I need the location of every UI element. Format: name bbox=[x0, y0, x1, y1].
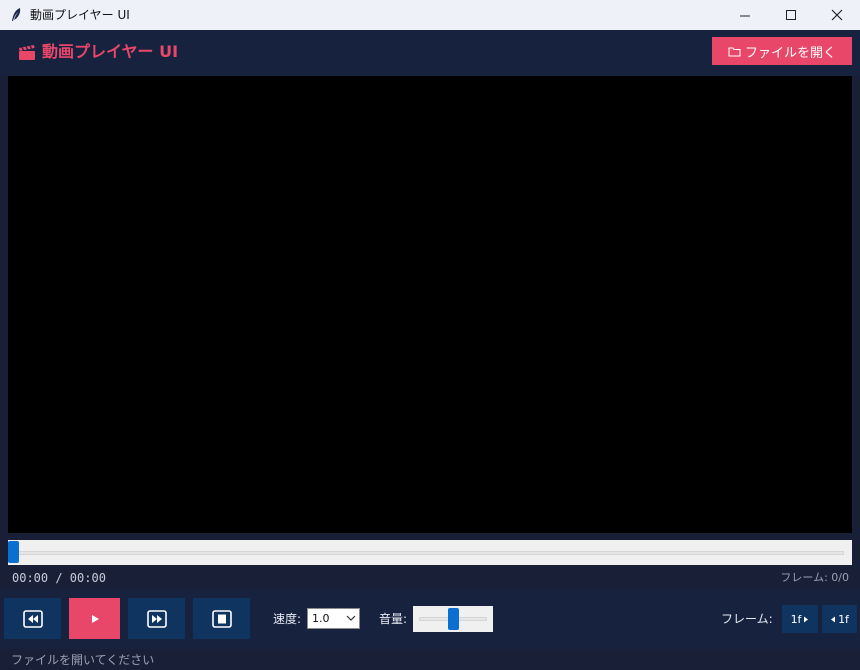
play-button[interactable] bbox=[69, 598, 120, 639]
play-icon bbox=[91, 614, 99, 623]
frame-back-button[interactable]: 1f bbox=[822, 605, 857, 633]
close-icon bbox=[831, 9, 843, 21]
frame-count: フレーム: 0/0 bbox=[780, 571, 849, 584]
rewind-icon bbox=[22, 609, 43, 628]
window-title: 動画プレイヤー UI bbox=[30, 8, 130, 22]
clapperboard-icon bbox=[19, 45, 35, 60]
triangle-right-icon bbox=[804, 616, 809, 622]
minimize-button[interactable] bbox=[722, 0, 768, 30]
minimize-icon bbox=[739, 15, 750, 16]
rewind-button[interactable] bbox=[4, 598, 61, 639]
open-file-label: ファイルを開く bbox=[744, 45, 836, 61]
fast-forward-icon bbox=[146, 609, 167, 628]
stop-icon bbox=[211, 609, 232, 628]
volume-slider[interactable] bbox=[413, 606, 493, 632]
status-text: ファイルを開いてください bbox=[11, 653, 155, 667]
folder-icon bbox=[728, 47, 741, 56]
chevron-down-icon bbox=[346, 615, 356, 621]
frame-forward-button[interactable]: 1f bbox=[782, 605, 818, 633]
maximize-icon bbox=[785, 9, 796, 20]
stop-button[interactable] bbox=[193, 598, 250, 639]
video-display[interactable] bbox=[8, 76, 852, 533]
volume-label: 音量: bbox=[379, 612, 408, 626]
frame-forward-label: 1f bbox=[790, 612, 802, 626]
seek-thumb[interactable] bbox=[8, 541, 19, 563]
seek-slider[interactable] bbox=[8, 540, 852, 565]
volume-thumb[interactable] bbox=[448, 608, 459, 630]
fast-forward-button[interactable] bbox=[128, 598, 185, 639]
frame-back-label: 1f bbox=[838, 612, 849, 626]
speed-select[interactable]: 1.0 bbox=[307, 608, 360, 629]
time-display: 00:00 / 00:00 bbox=[12, 571, 106, 585]
seek-track bbox=[16, 551, 844, 555]
speed-label: 速度: bbox=[273, 612, 302, 626]
triangle-left-icon bbox=[831, 616, 836, 622]
open-file-button[interactable]: ファイルを開く bbox=[712, 37, 852, 65]
frame-label: フレーム: bbox=[721, 612, 773, 626]
app-title: 動画プレイヤー UI bbox=[42, 42, 179, 61]
maximize-button[interactable] bbox=[768, 0, 814, 30]
close-button[interactable] bbox=[814, 0, 860, 30]
feather-icon bbox=[12, 8, 21, 21]
speed-value: 1.0 bbox=[312, 612, 330, 625]
